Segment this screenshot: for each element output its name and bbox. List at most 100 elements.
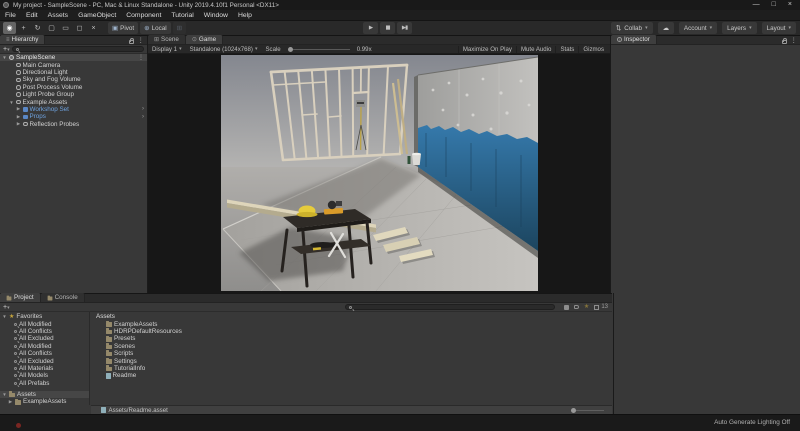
game-view-toggle[interactable]: Stats [555, 46, 578, 53]
project-create-button[interactable]: +▾ [0, 304, 12, 311]
tab-project-console[interactable]: Console [41, 293, 85, 302]
asset-item[interactable]: ExampleAssets [90, 320, 612, 327]
favorite-item[interactable]: All Modified [0, 343, 89, 350]
favorite-item[interactable]: All Prefabs [0, 380, 89, 387]
hierarchy-item[interactable]: ▶ Props › [0, 113, 147, 120]
game-view-toggle[interactable]: Maximize On Play [458, 46, 516, 53]
hierarchy-item[interactable]: ▶ Workshop Set › [0, 106, 147, 113]
expander-icon[interactable]: ▶ [16, 121, 21, 127]
search-by-label-icon[interactable] [574, 305, 579, 309]
expander-icon[interactable]: ▼ [9, 100, 14, 105]
favorite-item[interactable]: All Models [0, 372, 89, 379]
step-button[interactable]: ▶▮ [397, 22, 412, 34]
account-dropdown[interactable]: Account ▾ [679, 22, 717, 34]
console-status-icon[interactable] [16, 423, 21, 428]
expander-icon[interactable]: ▶ [16, 106, 21, 112]
menu-item[interactable]: Help [233, 10, 257, 21]
saved-search-icon [14, 382, 17, 385]
object-icon [16, 70, 21, 75]
tool-button[interactable]: × [87, 22, 100, 34]
pause-button[interactable]: ▮▮ [380, 22, 395, 34]
row-trailing-icon[interactable]: › [142, 106, 144, 112]
tool-button[interactable]: ◉ [3, 22, 16, 34]
tab-project-console[interactable]: Project [0, 293, 41, 302]
asset-item[interactable]: Settings [90, 357, 612, 364]
slider-handle[interactable] [288, 47, 293, 52]
favorite-item[interactable]: All Conflicts [0, 350, 89, 357]
row-trailing-icon[interactable]: ⋮ [138, 54, 144, 61]
favorite-item[interactable]: All Excluded [0, 357, 89, 364]
menu-item[interactable]: Assets [43, 10, 73, 21]
tab-scene-game[interactable]: ⊙ Game [186, 35, 223, 44]
resolution-dropdown[interactable]: Standalone (1024x768)▾ [186, 46, 262, 53]
assets-root-item[interactable]: ▼ Assets [0, 391, 89, 398]
tool-button[interactable]: ▢ [45, 22, 58, 34]
hierarchy-create-button[interactable]: +▾ [0, 46, 12, 53]
hierarchy-item[interactable]: ▼ SampleScene ⋮ [0, 54, 147, 61]
panel-menu-icon[interactable]: ⋮ [138, 37, 145, 45]
favorite-item[interactable]: All Excluded [0, 335, 89, 342]
panel-menu-icon[interactable]: ⋮ [791, 37, 798, 45]
tool-button[interactable]: + [17, 22, 30, 34]
favorites-header[interactable]: ▼★ Favorites [0, 313, 89, 320]
asset-item[interactable]: Scenes [90, 343, 612, 350]
menu-item[interactable]: Edit [21, 10, 43, 21]
tool-button[interactable]: ↻ [31, 22, 44, 34]
game-view-toggle[interactable]: Mute Audio [516, 46, 556, 53]
row-trailing-icon[interactable]: › [142, 114, 144, 120]
cloud-button[interactable]: ☁ [658, 22, 674, 34]
search-by-type-icon[interactable] [564, 305, 569, 310]
grid-snap-toggle[interactable]: ⊞ [173, 22, 186, 34]
hierarchy-search-input[interactable] [12, 46, 144, 52]
expander-icon[interactable]: ▼ [2, 55, 7, 60]
auto-generate-lighting-button[interactable]: Auto Generate Lighting Off [714, 419, 790, 426]
local-toggle[interactable]: ⊕ Local [140, 22, 171, 34]
favorite-item[interactable]: All Conflicts [0, 328, 89, 335]
layers-dropdown[interactable]: Layers ▾ [722, 22, 756, 34]
scale-slider[interactable] [288, 49, 350, 50]
display-dropdown[interactable]: Display 1▾ [148, 46, 186, 53]
favorite-item[interactable]: All Modified [0, 320, 89, 327]
game-view-toggle[interactable]: Gizmos [578, 46, 608, 53]
hierarchy-item[interactable]: Light Probe Group [0, 91, 147, 98]
play-button[interactable]: ▶ [363, 22, 378, 34]
tool-button[interactable]: ◻ [73, 22, 86, 34]
hierarchy-item[interactable]: ▼ Example Assets [0, 98, 147, 105]
asset-item[interactable]: HDRPDefaultResources [90, 328, 612, 335]
favorite-item[interactable]: All Materials [0, 365, 89, 372]
icon-size-slider[interactable] [572, 410, 604, 411]
menu-item[interactable]: Window [199, 10, 233, 21]
asset-item[interactable]: Readme [90, 372, 612, 379]
menu-item[interactable]: Tutorial [166, 10, 198, 21]
menu-item[interactable]: GameObject [73, 10, 121, 21]
asset-item[interactable]: Scripts [90, 350, 612, 357]
pivot-toggle[interactable]: ▣ Pivot [108, 22, 138, 34]
hierarchy-item[interactable]: Directional Light [0, 69, 147, 76]
folder-item[interactable]: ▶ ExampleAssets [0, 398, 89, 405]
hierarchy-item[interactable]: Sky and Fog Volume [0, 76, 147, 83]
hierarchy-item[interactable]: Main Camera [0, 61, 147, 68]
expander-icon[interactable]: ▶ [16, 114, 21, 120]
menu-item[interactable]: Component [121, 10, 166, 21]
tab-hierarchy[interactable]: ≡ Hierarchy [0, 35, 45, 44]
lock-icon[interactable] [129, 40, 134, 44]
minimize-button[interactable]: — [753, 0, 760, 10]
collab-dropdown[interactable]: ⇅ Collab ▾ [611, 22, 653, 34]
slider-handle[interactable] [571, 408, 576, 413]
asset-item[interactable]: Presets [90, 335, 612, 342]
tab-scene-game[interactable]: ⊞ Scene [148, 35, 186, 44]
save-search-icon[interactable]: ★ [584, 304, 589, 310]
close-button[interactable]: × [788, 0, 792, 10]
lock-icon[interactable] [782, 40, 787, 44]
hierarchy-item[interactable]: Post Process Volume [0, 84, 147, 91]
layout-dropdown[interactable]: Layout ▾ [762, 22, 796, 34]
packages-visibility-toggle[interactable]: 13 [594, 304, 608, 310]
game-viewport[interactable] [148, 54, 610, 293]
tool-button[interactable]: ▭ [59, 22, 72, 34]
tab-inspector[interactable]: i Inspector [611, 35, 657, 44]
hierarchy-item[interactable]: ▶ Reflection Probes [0, 121, 147, 128]
maximize-button[interactable]: □ [772, 0, 776, 10]
menu-item[interactable]: File [0, 10, 21, 21]
asset-item[interactable]: TutorialInfo [90, 365, 612, 372]
project-search-input[interactable] [345, 304, 555, 310]
